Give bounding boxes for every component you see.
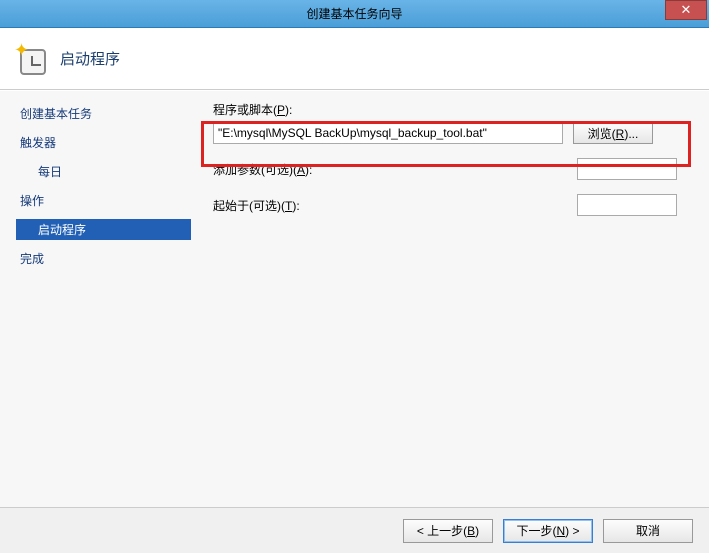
arguments-input[interactable]	[577, 158, 677, 180]
program-row: 浏览(R)...	[213, 122, 691, 144]
startin-label: 起始于(可选)(T):	[213, 197, 313, 214]
back-button[interactable]: < 上一步(B)	[403, 519, 493, 543]
startin-row: 起始于(可选)(T):	[213, 194, 677, 216]
browse-button[interactable]: 浏览(R)...	[573, 122, 653, 144]
sidebar-item-create-basic-task[interactable]: 创建基本任务	[16, 103, 195, 124]
wizard-window: 创建基本任务向导 ✕ ✦ 启动程序 创建基本任务 触发器 每日 操作 启动程序 …	[0, 0, 709, 553]
program-script-label: 程序或脚本(P):	[213, 101, 691, 118]
close-icon: ✕	[681, 2, 692, 18]
content-panel: 程序或脚本(P): 浏览(R)... 添加参数(可选)(A): 起始于(可选)(…	[195, 91, 709, 507]
wizard-icon: ✦	[14, 43, 46, 75]
close-button[interactable]: ✕	[665, 0, 707, 20]
program-script-input[interactable]	[213, 122, 563, 144]
window-title: 创建基本任务向导	[0, 5, 709, 22]
sidebar-item-action[interactable]: 操作	[16, 190, 195, 211]
page-title: 启动程序	[60, 48, 120, 69]
header-band: ✦ 启动程序	[0, 28, 709, 90]
sidebar: 创建基本任务 触发器 每日 操作 启动程序 完成	[0, 91, 195, 507]
startin-input[interactable]	[577, 194, 677, 216]
sidebar-item-daily[interactable]: 每日	[16, 161, 195, 182]
arguments-row: 添加参数(可选)(A):	[213, 158, 677, 180]
sidebar-item-finish[interactable]: 完成	[16, 248, 195, 269]
sidebar-item-start-program[interactable]: 启动程序	[16, 219, 191, 240]
footer: < 上一步(B) 下一步(N) > 取消	[0, 507, 709, 553]
titlebar: 创建基本任务向导 ✕	[0, 0, 709, 28]
sidebar-item-trigger[interactable]: 触发器	[16, 132, 195, 153]
next-button[interactable]: 下一步(N) >	[503, 519, 593, 543]
arguments-label: 添加参数(可选)(A):	[213, 161, 313, 178]
cancel-button[interactable]: 取消	[603, 519, 693, 543]
body: 创建基本任务 触发器 每日 操作 启动程序 完成 程序或脚本(P): 浏览(R)…	[0, 90, 709, 507]
